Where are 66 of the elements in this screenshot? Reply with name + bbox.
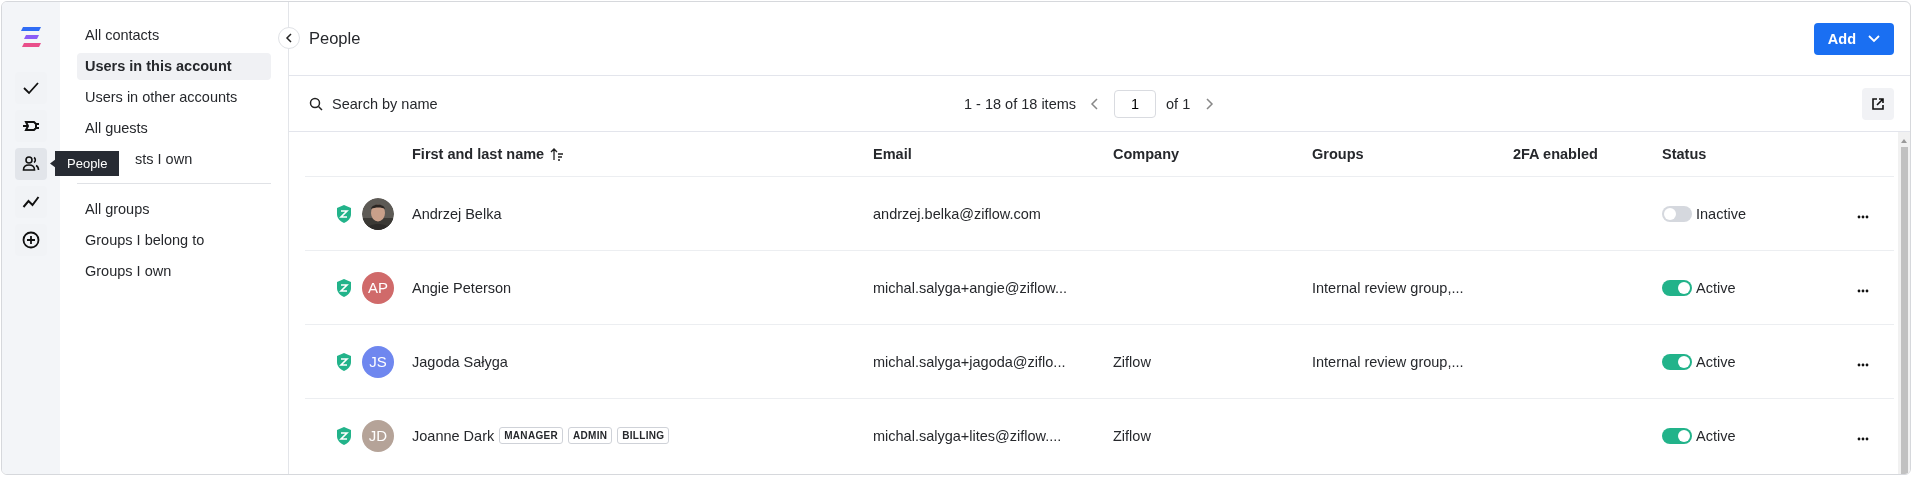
shield-icon	[335, 425, 353, 446]
caret-icon	[1868, 34, 1880, 43]
status-label: Inactive	[1696, 205, 1746, 222]
sidebar-item[interactable]: Users in other accounts	[77, 84, 271, 111]
email-cell: andrzej.belka@ziflow.com	[873, 205, 1041, 222]
page-count: of 1	[1166, 95, 1191, 112]
more-icon[interactable]	[1857, 288, 1869, 293]
tooltip: People	[50, 151, 120, 176]
status-label: Active	[1696, 427, 1736, 444]
groups-cell: Internal review group,...	[1312, 279, 1464, 296]
role-tag: BILLING	[617, 427, 670, 444]
next-page-icon[interactable]	[1204, 97, 1215, 110]
sidebar-item[interactable]: Users in this account	[77, 53, 271, 80]
sidebar-item[interactable]: All guests	[77, 115, 271, 142]
shield-icon	[335, 351, 353, 372]
sidebar-item[interactable]: Groups I belong to	[77, 227, 271, 254]
page-field[interactable]: 1	[1114, 89, 1157, 118]
collapse-button[interactable]	[278, 27, 300, 49]
avatar: AP	[362, 271, 394, 304]
chevron-left-icon	[284, 33, 294, 43]
status-toggle[interactable]	[1662, 353, 1692, 370]
company-cell: Ziflow	[1113, 427, 1151, 444]
export-icon	[1871, 96, 1885, 111]
groups-cell: Internal review group,...	[1312, 353, 1464, 370]
more-icon[interactable]	[1857, 436, 1869, 441]
page-title: People	[309, 29, 361, 48]
shield-icon	[335, 277, 353, 298]
more-icon[interactable]	[1857, 362, 1869, 367]
email-cell: michal.salyga+lites@ziflow....	[873, 427, 1062, 444]
person-name: Jagoda Sałyga	[412, 353, 508, 370]
add-circle-icon	[22, 231, 40, 249]
company-cell: Ziflow	[1113, 353, 1151, 370]
role-tag: ADMIN	[568, 427, 613, 444]
status-label: Active	[1696, 353, 1736, 370]
sidebar-item[interactable]: All groups	[77, 196, 271, 223]
people-icon	[22, 155, 40, 173]
column-header[interactable]: Groups	[1312, 146, 1513, 162]
role-tag: MANAGER	[499, 427, 563, 444]
previous-page-icon[interactable]	[1090, 97, 1101, 110]
avatar: JS	[362, 345, 394, 378]
email-cell: michal.salyga+jagoda@ziflo...	[873, 353, 1066, 370]
column-header[interactable]: First and last name	[412, 146, 873, 162]
shield-icon	[335, 203, 353, 224]
export-button[interactable]	[1862, 87, 1894, 120]
search-icon	[309, 96, 323, 111]
scrollbar[interactable]	[1898, 132, 1910, 474]
add-button[interactable]: Add	[1813, 22, 1894, 55]
column-header[interactable]: Email	[873, 146, 1113, 162]
column-header[interactable]: 2FA enabled	[1513, 146, 1662, 162]
sort-ascending-icon[interactable]	[550, 147, 565, 161]
person-name: Angie Peterson	[412, 279, 512, 296]
status-toggle[interactable]	[1662, 205, 1692, 222]
person-name: Andrzej Belka	[412, 205, 502, 222]
column-header[interactable]: Status	[1662, 146, 1832, 162]
sidebar-item[interactable]: Groups I own	[77, 258, 271, 285]
status-toggle[interactable]	[1662, 279, 1692, 296]
logo-icon	[20, 26, 42, 50]
column-header[interactable]: Company	[1113, 146, 1312, 162]
status-label: Active	[1696, 279, 1736, 296]
email-cell: michal.salyga+angie@ziflow...	[873, 279, 1068, 296]
avatar: JD	[362, 419, 394, 452]
sidebar-item[interactable]: All contacts	[77, 22, 271, 49]
person-name: Joanne Dark	[412, 427, 495, 444]
more-icon[interactable]	[1857, 214, 1869, 219]
status-toggle[interactable]	[1662, 427, 1692, 444]
item-range: 1 - 18 of 18 items	[964, 95, 1077, 112]
